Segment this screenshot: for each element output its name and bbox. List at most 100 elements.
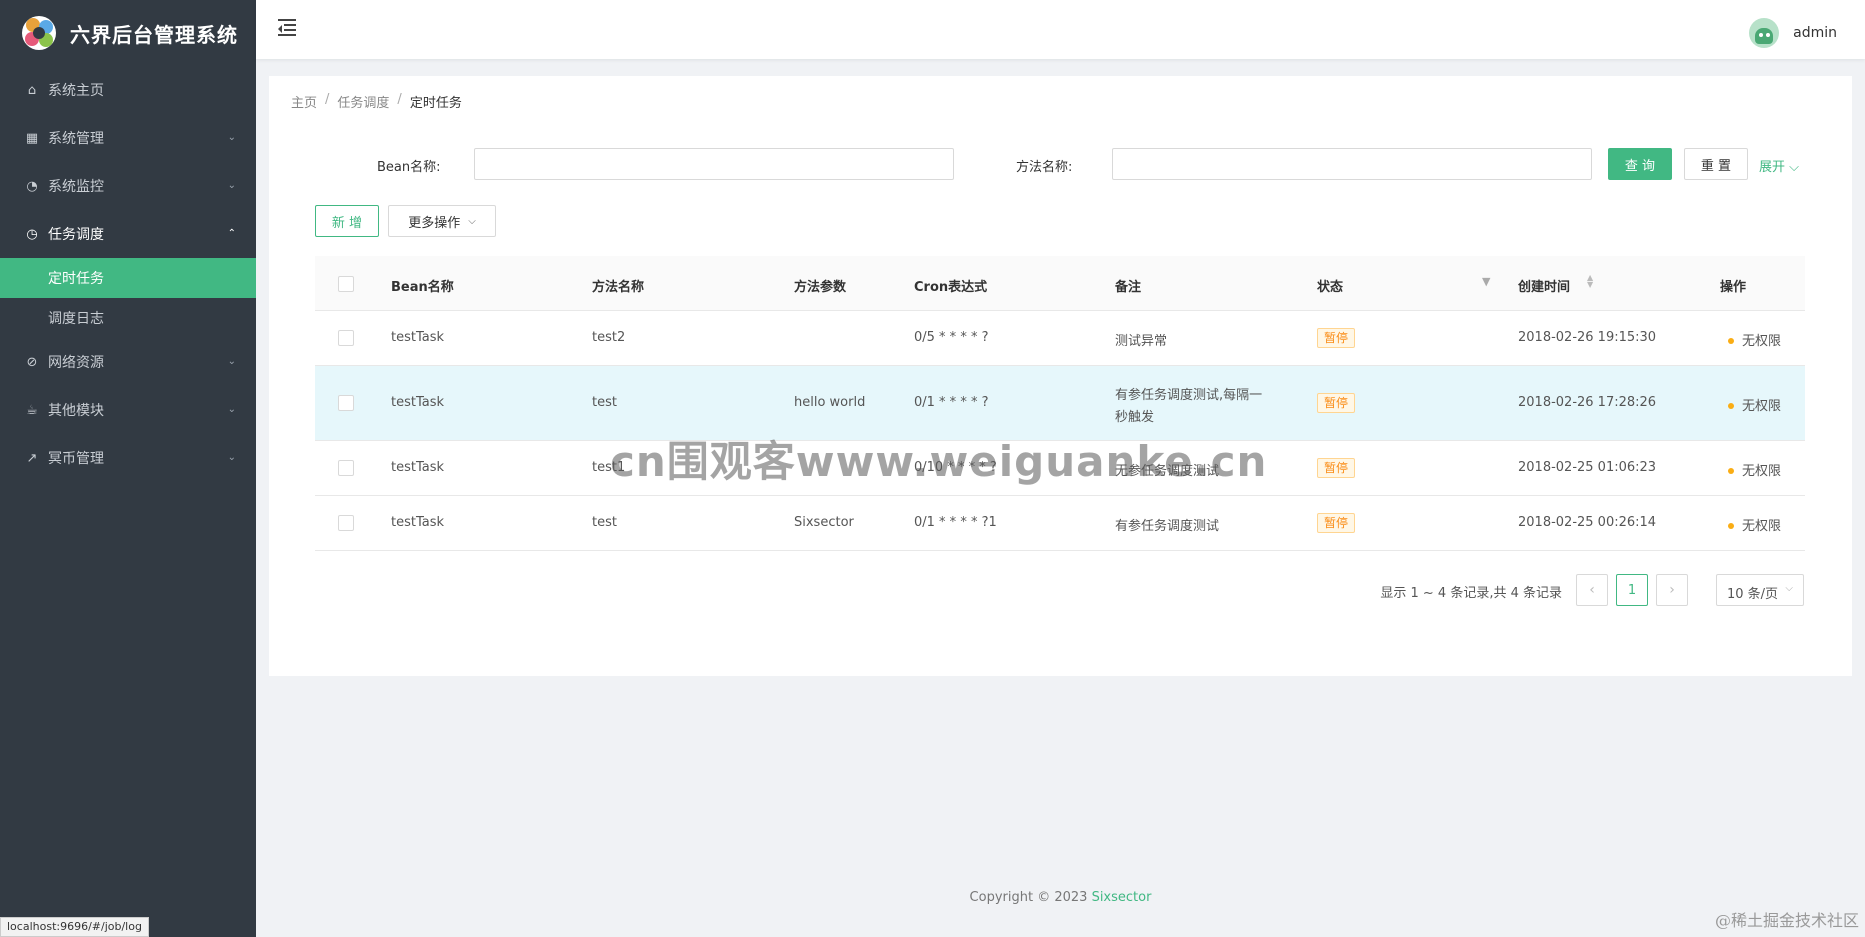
- sidebar-item-network[interactable]: ⊘ 网络资源 ⌄: [0, 338, 256, 386]
- chevron-down-icon: ⌄: [227, 404, 236, 415]
- sidebar-item-currency[interactable]: ↗ 冥币管理 ⌄: [0, 434, 256, 482]
- table-header: Bean名称 方法名称 方法参数 Cron表达式 备注 状态 ▼ 创建时间 ▲ ▼…: [315, 256, 1805, 311]
- sort-icon[interactable]: ▲ ▼: [1587, 274, 1593, 289]
- app-title: 六界后台管理系统: [70, 22, 238, 47]
- chevron-down-icon: ⌄: [227, 452, 236, 463]
- filter-icon[interactable]: ▼: [1482, 275, 1490, 288]
- row-checkbox[interactable]: [338, 515, 354, 531]
- sidebar-item-label: 其他模块: [48, 403, 104, 419]
- row-checkbox[interactable]: [338, 395, 354, 411]
- corner-watermark: @稀土掘金技术社区: [1714, 911, 1859, 930]
- avatar: [1749, 18, 1780, 48]
- sidebar-item-label: 系统监控: [48, 179, 104, 195]
- chevron-down-icon: ⌄: [227, 180, 236, 191]
- select-all-checkbox[interactable]: [338, 276, 354, 292]
- cell-cron: 0/1 * * * * ?1: [914, 515, 997, 530]
- menu-fold-icon[interactable]: [278, 19, 298, 37]
- cell-bean: testTask: [391, 330, 445, 345]
- method-name-input[interactable]: [1112, 148, 1592, 180]
- cell-action: 无权限: [1728, 330, 1781, 349]
- cell-remark-line2: 秒触发: [1115, 410, 1155, 425]
- method-name-label: 方法名称:: [1016, 160, 1073, 175]
- sidebar-item-label: 系统管理: [48, 131, 104, 147]
- search-form: Bean名称: 方法名称: 查 询 重 置 展开 ⌵: [269, 148, 1852, 182]
- breadcrumb-home[interactable]: 主页: [291, 92, 317, 111]
- cell-created: 2018-02-25 00:26:14: [1518, 515, 1657, 530]
- sidebar-item-system[interactable]: ▦ 系统管理 ⌄: [0, 114, 256, 162]
- sidebar-item-other[interactable]: ☕ 其他模块 ⌄: [0, 386, 256, 434]
- chevron-right-icon: ›: [1669, 582, 1675, 598]
- page-size-select[interactable]: 10 条/页 ⌵: [1716, 574, 1804, 606]
- cell-cron: 0/1 * * * * ?: [914, 395, 989, 410]
- cell-bean: testTask: [391, 395, 445, 410]
- status-badge: 暂停: [1317, 513, 1356, 533]
- status-dot-icon: [1728, 522, 1734, 529]
- col-method: 方法名称: [592, 280, 645, 295]
- user-menu[interactable]: admin: [1749, 18, 1837, 48]
- chevron-down-icon: ⌵: [1789, 160, 1800, 175]
- status-dot-icon: [1728, 402, 1734, 409]
- status-bar-url: localhost:9696/#/job/log: [0, 917, 149, 937]
- page-size-value: 10 条/页: [1727, 587, 1779, 602]
- sidebar-item-timed-task[interactable]: 定时任务: [0, 258, 256, 298]
- more-actions-button[interactable]: 更多操作 ⌵: [388, 205, 496, 237]
- col-params: 方法参数: [794, 280, 847, 295]
- sidebar-item-home[interactable]: ⌂ 系统主页: [0, 66, 256, 114]
- sidebar-item-monitor[interactable]: ◔ 系统监控 ⌄: [0, 162, 256, 210]
- table-row[interactable]: testTask test2 0/5 * * * * ? 测试异常 暂停 201…: [315, 311, 1805, 366]
- col-action: 操作: [1720, 280, 1747, 295]
- row-checkbox[interactable]: [338, 460, 354, 476]
- query-button[interactable]: 查 询: [1608, 148, 1672, 180]
- cell-params: hello world: [794, 395, 866, 410]
- expand-label: 展开: [1759, 160, 1786, 175]
- pagination: 显示 1 ~ 4 条记录,共 4 条记录 ‹ 1 › 10 条/页 ⌵: [1304, 574, 1804, 606]
- cell-remark: 有参任务调度测试: [1115, 519, 1220, 534]
- bean-name-label: Bean名称:: [377, 160, 441, 175]
- sidebar-item-schedule-log[interactable]: 调度日志: [0, 298, 256, 338]
- sidebar-item-schedule[interactable]: ◷ 任务调度 ⌃: [0, 210, 256, 258]
- col-status: 状态: [1317, 280, 1344, 295]
- sidebar-item-label: 冥币管理: [48, 451, 104, 467]
- sidebar-menu: ⌂ 系统主页 ▦ 系统管理 ⌄ ◔ 系统监控 ⌄ ◷ 任务调度 ⌃ 定时任务 调…: [0, 66, 256, 482]
- sidebar-item-label: 任务调度: [48, 227, 104, 243]
- page-number-button[interactable]: 1: [1616, 574, 1648, 606]
- cell-created: 2018-02-26 17:28:26: [1518, 395, 1657, 410]
- cell-method: test: [592, 515, 617, 530]
- next-page-button[interactable]: ›: [1656, 574, 1688, 606]
- cup-icon: ☕: [26, 402, 38, 418]
- prev-page-button[interactable]: ‹: [1576, 574, 1608, 606]
- trend-icon: ↗: [26, 450, 38, 466]
- breadcrumb-current: 定时任务: [409, 96, 462, 111]
- status-dot-icon: [1728, 337, 1734, 344]
- dashboard-icon: ◔: [26, 178, 38, 194]
- cell-created: 2018-02-26 19:15:30: [1518, 330, 1657, 345]
- cell-created: 2018-02-25 01:06:23: [1518, 460, 1657, 475]
- logo[interactable]: 六界后台管理系统: [0, 0, 256, 66]
- table-row[interactable]: testTask test Sixsector 0/1 * * * * ?1 有…: [315, 496, 1805, 551]
- status-badge: 暂停: [1317, 458, 1356, 478]
- chevron-down-icon: ⌄: [227, 356, 236, 367]
- reset-button[interactable]: 重 置: [1684, 148, 1748, 180]
- footer-brand-link[interactable]: Sixsector: [1092, 890, 1152, 905]
- cell-params: Sixsector: [794, 515, 854, 530]
- table-toolbar: 新 增 更多操作 ⌵: [315, 205, 715, 239]
- expand-link[interactable]: 展开 ⌵: [1759, 156, 1799, 175]
- action-text: 无权限: [1742, 399, 1782, 414]
- add-button[interactable]: 新 增: [315, 205, 379, 237]
- cell-method: test2: [592, 330, 626, 345]
- col-created: 创建时间: [1518, 280, 1571, 295]
- cell-action: 无权限: [1728, 515, 1781, 534]
- cell-bean: testTask: [391, 515, 445, 530]
- schedule-submenu: 定时任务 调度日志: [0, 258, 256, 338]
- chevron-left-icon: ‹: [1589, 582, 1595, 598]
- main-card: 主页 / 任务调度 / 定时任务 Bean名称: 方法名称: 查 询 重 置 展…: [269, 76, 1852, 676]
- breadcrumb-schedule[interactable]: 任务调度: [337, 92, 389, 111]
- bean-name-input[interactable]: [474, 148, 954, 180]
- breadcrumb: 主页 / 任务调度 / 定时任务: [291, 92, 462, 111]
- chevron-down-icon: ⌄: [227, 132, 236, 143]
- copyright-text: Copyright © 2023: [969, 890, 1092, 905]
- cell-cron: 0/5 * * * * ?: [914, 330, 989, 345]
- status-badge: 暂停: [1317, 328, 1356, 348]
- clock-icon: ◷: [26, 226, 38, 242]
- row-checkbox[interactable]: [338, 330, 354, 346]
